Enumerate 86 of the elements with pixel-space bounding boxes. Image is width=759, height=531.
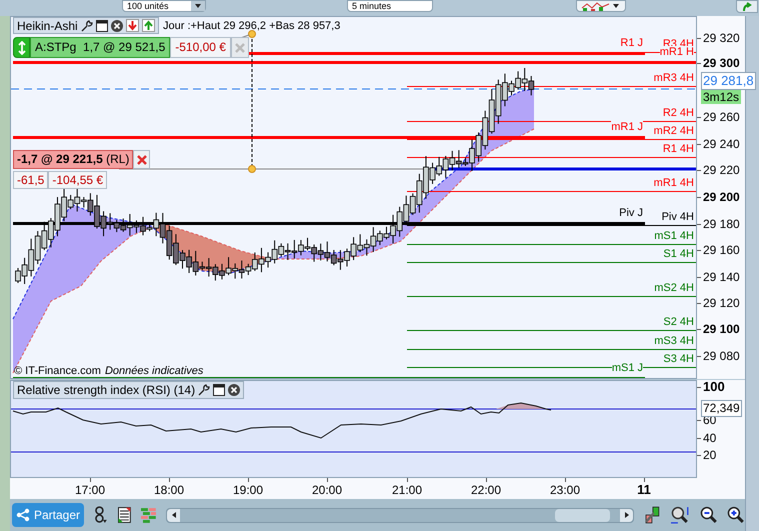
rsi-title: Relative strength index (RSI) (14) [17, 383, 196, 397]
caret-icon [613, 4, 619, 8]
price-axis-label: 29 180 [703, 217, 740, 231]
horizontal-scrollbar[interactable] [166, 508, 634, 522]
arrow-icon [742, 2, 752, 12]
chart-icon [581, 2, 611, 10]
close-position-button[interactable] [133, 150, 150, 169]
rsi-axis-label: 100 [703, 380, 725, 394]
zoom-fit-icon[interactable] [670, 506, 690, 524]
rsi-axis-label: 20 [703, 448, 716, 462]
zoom-out-icon[interactable] [700, 506, 718, 524]
time-axis-label: 11 [637, 483, 651, 497]
time-axis-label: 18:00 [154, 483, 184, 497]
copyright-text: © IT-Finance.com [14, 365, 101, 377]
window-icon[interactable] [96, 20, 108, 32]
price-axis-label: 29 220 [703, 163, 740, 177]
level-label: S2 4H [663, 316, 694, 328]
rsi-axis-label: 40 [703, 431, 716, 445]
wrench-icon[interactable] [198, 384, 210, 396]
window-icon[interactable] [213, 384, 226, 396]
document-list-icon[interactable] [118, 507, 131, 523]
scrollbar-thumb[interactable] [555, 508, 610, 522]
level-label: Piv 4H [662, 211, 694, 223]
rsi-value-label: 72,349 [701, 400, 742, 417]
level-label: S3 4H [663, 353, 694, 365]
level-label: mS2 4H [654, 282, 694, 294]
level-label: R2 4H [662, 107, 694, 119]
price-axis-label: 29 100 [703, 322, 740, 336]
price-axis-label: 29 080 [703, 349, 740, 363]
close-icon[interactable] [228, 384, 240, 396]
left-arrow-icon [172, 512, 176, 518]
close-icon[interactable] [110, 20, 123, 32]
stop-order-label[interactable]: A:STPg 1,7 @ 29 521,5 [30, 37, 170, 58]
down-arrow-icon[interactable] [126, 19, 139, 32]
colored-blocks-icon[interactable] [140, 507, 156, 523]
current-price-label: 29 281,8 [701, 72, 756, 90]
share-icon [16, 508, 30, 522]
close-icon [234, 42, 245, 52]
price-axis-label: 29 300 [703, 56, 740, 70]
level-label: mS1 4H [654, 230, 694, 242]
level-label: mR1 4H [654, 177, 694, 189]
level-label: mR2 4H [654, 125, 694, 137]
refresh-button[interactable] [736, 0, 758, 13]
price-axis-label: 29 140 [703, 270, 740, 284]
chart-info-text: Jour :+Haut 29 296,2 +Bas 28 957,3 [163, 19, 340, 33]
scroll-right-button[interactable] [620, 508, 633, 522]
price-axis-label: 29 260 [703, 110, 740, 124]
zoom-in-icon[interactable] [727, 506, 745, 524]
time-axis-label: 22:00 [470, 483, 502, 497]
disclaimer-text: Données indicatives [104, 365, 204, 377]
vertical-arrows-icon [18, 40, 26, 54]
right-arrow-icon [624, 512, 628, 518]
price-axis-label: 29 320 [703, 31, 740, 45]
level-label: Piv J [619, 207, 643, 219]
price-axis-label: 29 160 [703, 243, 740, 257]
countdown-badge: 3m12s [701, 90, 742, 104]
position-points: -61,5 [13, 171, 48, 189]
level-label: mS1 J [612, 362, 643, 374]
timeframe-dropdown[interactable]: 5 minutes [347, 0, 433, 12]
time-axis-label: 19:00 [232, 483, 264, 497]
price-axis-label: 29 200 [703, 190, 740, 204]
time-axis-label: 21:00 [392, 483, 422, 497]
time-axis-label: 20:00 [312, 483, 342, 497]
drag-handle[interactable] [13, 37, 30, 58]
price-axis-label: 29 240 [703, 137, 740, 151]
chain-link-icon[interactable] [94, 506, 108, 524]
level-label: R1 4H [662, 143, 694, 155]
level-label: mR3 4H [654, 72, 694, 84]
time-axis-label: 23:00 [550, 483, 580, 497]
chart-title: Heikin-Ashi [17, 18, 78, 32]
indicator-button[interactable] [576, 0, 626, 12]
caret-icon [195, 4, 201, 8]
level-label: mR1 J [611, 121, 643, 133]
level-label: mS3 4H [654, 335, 694, 347]
level-label: S1 4H [663, 248, 694, 260]
order-pnl: -510,00 € [170, 37, 231, 58]
time-axis-label: 17:00 [74, 483, 106, 497]
level-label: R1 J [620, 37, 643, 49]
position-pnl: -104,55 € [48, 171, 108, 189]
wrench-icon[interactable] [80, 20, 93, 32]
quantity-dropdown[interactable]: 100 unités [122, 0, 206, 12]
scroll-left-button[interactable] [167, 508, 180, 522]
up-arrow-icon[interactable] [142, 19, 155, 32]
price-axis-label: 29 120 [703, 296, 740, 310]
close-icon [136, 154, 147, 164]
position-label[interactable]: -1,7 @ 29 221,5 (RL) [13, 150, 134, 169]
